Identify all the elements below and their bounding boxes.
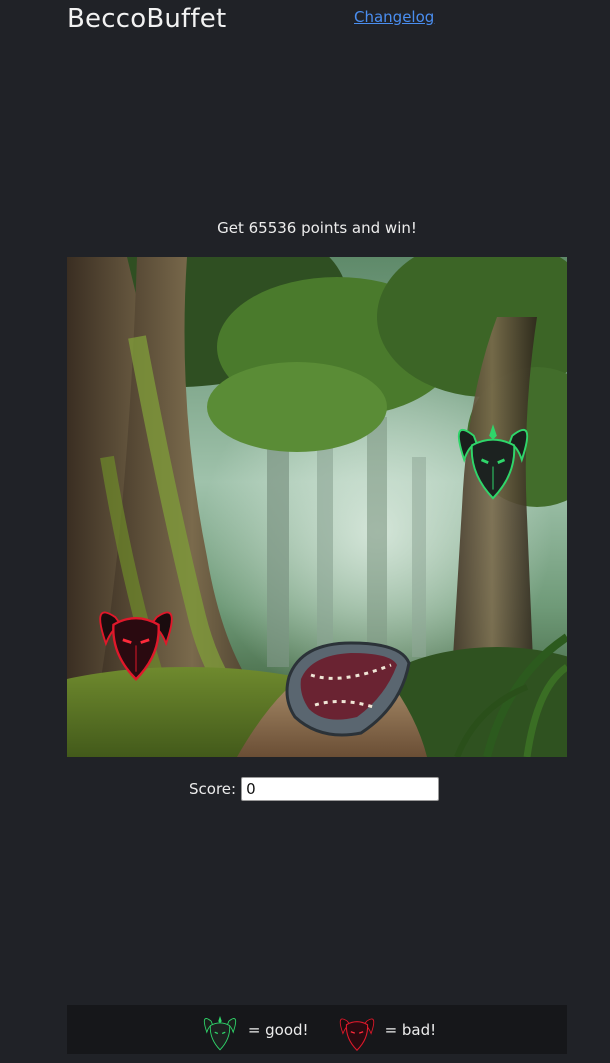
- bad-goat-sprite[interactable]: [89, 589, 183, 683]
- legend-bad: = bad!: [335, 1007, 437, 1053]
- game-canvas[interactable]: [67, 257, 567, 757]
- site-title: BeccoBuffet: [67, 4, 227, 34]
- goal-text: Get 65536 points and win!: [217, 219, 417, 237]
- page: BeccoBuffet Changelog Get 65536 points a…: [0, 0, 610, 1063]
- changelog-link[interactable]: Changelog: [354, 8, 434, 26]
- legend-bad-text: = bad!: [384, 1020, 437, 1039]
- score-field[interactable]: [241, 777, 440, 801]
- player-mouth-sprite[interactable]: [281, 637, 413, 741]
- legend-good-text: = good!: [247, 1020, 309, 1039]
- red-goat-icon: [339, 1018, 374, 1051]
- legend-bar: = good! = bad!: [67, 1005, 567, 1054]
- score-row: Score:: [189, 777, 440, 801]
- score-label: Score:: [189, 780, 237, 798]
- green-goat-icon: [203, 1015, 236, 1050]
- legend-good: = good!: [198, 1007, 309, 1053]
- good-goat-sprite[interactable]: [445, 407, 541, 503]
